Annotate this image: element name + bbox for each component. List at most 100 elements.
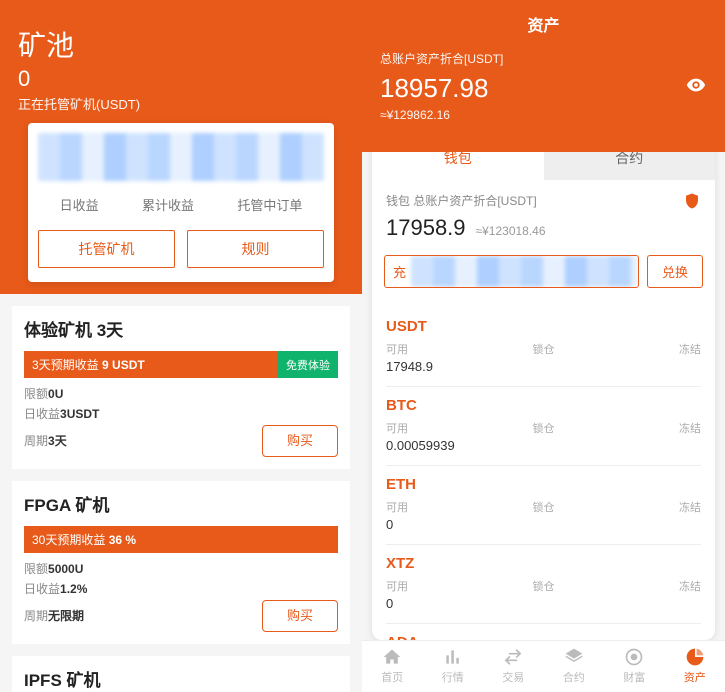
shield-icon[interactable] — [683, 192, 701, 215]
daily-value: 1.2% — [60, 582, 87, 596]
daily-label: 日收益 — [24, 582, 60, 596]
stat-total-label: 累计收益 — [142, 195, 194, 214]
nav-home[interactable]: 首页 — [362, 641, 423, 692]
miner-card: FPGA 矿机 30天预期收益 36 % 限额5000U 日收益1.2% 周期无… — [12, 481, 350, 644]
col-available-label: 可用 — [386, 499, 491, 515]
mining-screen: 矿池 0 正在托管矿机(USDT) 日收益 累计收益 托管中订单 托管矿机 规则… — [0, 0, 362, 692]
bottom-nav: 首页 行情 交易 合约 财富 资产 — [362, 640, 725, 692]
coin-list: USDT 可用 17948.9 锁仓 冻结 BTC 可用 0.00059939 锁仓… — [372, 302, 715, 640]
host-miner-button[interactable]: 托管矿机 — [38, 230, 175, 268]
nav-wealth[interactable]: 财富 — [604, 641, 665, 692]
col-frozen-label: 冻结 — [596, 420, 701, 436]
quota-value: 5000U — [48, 562, 83, 576]
wallet-card: 钱包 合约 钱包 总账户资产折合[USDT] 17958.9 ≈¥123018.… — [372, 136, 715, 640]
col-frozen-label: 冻结 — [596, 341, 701, 357]
miner-title: IPFS 矿机 — [24, 666, 338, 691]
assets-header: 资产 总账户资产折合[USDT] 18957.98 ≈¥129862.16 — [362, 0, 725, 152]
nav-label: 交易 — [502, 669, 524, 685]
layers-icon — [564, 647, 584, 667]
coin-symbol: XTZ — [386, 555, 701, 572]
wallet-label: 钱包 总账户资产折合[USDT] — [386, 192, 701, 209]
bars-icon — [443, 647, 463, 667]
coin-symbol: USDT — [386, 318, 701, 335]
assets-title: 资产 — [380, 12, 707, 36]
buy-button[interactable]: 购买 — [262, 600, 338, 632]
col-available-label: 可用 — [386, 578, 491, 594]
coin-row-btc[interactable]: BTC 可用 0.00059939 锁仓 冻结 — [386, 387, 701, 466]
wallet-summary: 钱包 总账户资产折合[USDT] 17958.9 ≈¥123018.46 — [372, 180, 715, 245]
nav-label: 资产 — [684, 669, 706, 685]
coin-symbol: BTC — [386, 397, 701, 414]
nav-trade[interactable]: 交易 — [483, 641, 544, 692]
mining-header: 矿池 0 正在托管矿机(USDT) 日收益 累计收益 托管中订单 托管矿机 规则 — [0, 0, 362, 294]
coin-row-eth[interactable]: ETH 可用 0 锁仓 冻结 — [386, 466, 701, 545]
col-available-label: 可用 — [386, 341, 491, 357]
period-value: 3天 — [48, 434, 67, 448]
coin-row-ada[interactable]: ADA — [386, 624, 701, 640]
coin-available: 0 — [386, 517, 491, 532]
home-icon — [382, 647, 402, 667]
col-locked-label: 锁仓 — [491, 341, 596, 357]
total-label: 总账户资产折合[USDT] — [380, 50, 707, 67]
miner-title: 体验矿机 3天 — [24, 316, 338, 341]
redacted-action-row — [411, 256, 638, 287]
nav-market[interactable]: 行情 — [423, 641, 484, 692]
daily-label: 日收益 — [24, 407, 60, 421]
nav-contract[interactable]: 合约 — [544, 641, 605, 692]
quota-label: 限额 — [24, 387, 48, 401]
mining-subtitle: 正在托管矿机(USDT) — [18, 94, 344, 113]
quota-value: 0U — [48, 387, 63, 401]
rules-button[interactable]: 规则 — [187, 230, 324, 268]
col-available-label: 可用 — [386, 420, 491, 436]
bar-value: 9 USDT — [102, 358, 145, 372]
nav-label: 行情 — [442, 669, 464, 685]
wallet-value: 17958.9 — [386, 215, 466, 241]
miner-title: FPGA 矿机 — [24, 491, 338, 516]
period-label: 周期 — [24, 434, 48, 448]
nav-label: 首页 — [381, 669, 403, 685]
pie-icon — [685, 647, 705, 667]
period-label: 周期 — [24, 609, 48, 623]
coin-available: 17948.9 — [386, 359, 491, 374]
deposit-prefix: 充 — [393, 262, 406, 281]
miner-card: IPFS 矿机 30天预期收益 54 % — [12, 656, 350, 692]
coin-symbol: ETH — [386, 476, 701, 493]
visibility-toggle-icon[interactable] — [685, 74, 707, 101]
col-locked-label: 锁仓 — [491, 578, 596, 594]
stat-daily-label: 日收益 — [60, 195, 99, 214]
coin-row-usdt[interactable]: USDT 可用 17948.9 锁仓 冻结 — [386, 308, 701, 387]
coin-icon — [624, 647, 644, 667]
miner-return-bar: 3天预期收益 9 USDT 免费体验 — [24, 351, 338, 378]
col-locked-label: 锁仓 — [491, 420, 596, 436]
deposit-button[interactable]: 充 — [384, 255, 639, 288]
total-value: 18957.98 — [380, 73, 707, 104]
exchange-button[interactable]: 兑换 — [647, 255, 703, 288]
wallet-action-row: 充 兑换 — [372, 245, 715, 302]
miner-meta: 限额5000U 日收益1.2% 周期无限期 购买 — [24, 559, 338, 632]
col-frozen-label: 冻结 — [596, 499, 701, 515]
col-frozen-label: 冻结 — [596, 578, 701, 594]
coin-available: 0 — [386, 596, 491, 611]
buy-button[interactable]: 购买 — [262, 425, 338, 457]
miner-return-bar: 30天预期收益 36 % — [24, 526, 338, 553]
free-badge[interactable]: 免费体验 — [278, 351, 338, 378]
miner-list: 体验矿机 3天 3天预期收益 9 USDT 免费体验 限额0U 日收益3USDT… — [0, 294, 362, 692]
miner-card: 体验矿机 3天 3天预期收益 9 USDT 免费体验 限额0U 日收益3USDT… — [12, 306, 350, 469]
swap-icon — [503, 647, 523, 667]
coin-row-xtz[interactable]: XTZ 可用 0 锁仓 冻结 — [386, 545, 701, 624]
total-cny: ≈¥129862.16 — [380, 108, 707, 122]
daily-value: 3USDT — [60, 407, 99, 421]
bar-prefix: 30天预期收益 — [32, 533, 105, 547]
nav-assets[interactable]: 资产 — [665, 641, 725, 692]
stat-orders-label: 托管中订单 — [237, 195, 302, 214]
mining-total: 0 — [18, 66, 344, 92]
mining-title: 矿池 — [18, 24, 344, 64]
nav-label: 财富 — [623, 669, 645, 685]
quota-label: 限额 — [24, 562, 48, 576]
coin-available: 0.00059939 — [386, 438, 491, 453]
nav-label: 合约 — [563, 669, 585, 685]
col-locked-label: 锁仓 — [491, 499, 596, 515]
assets-screen: 资产 总账户资产折合[USDT] 18957.98 ≈¥129862.16 钱包… — [362, 0, 725, 692]
period-value: 无限期 — [48, 609, 84, 623]
miner-meta: 限额0U 日收益3USDT 周期3天 购买 — [24, 384, 338, 457]
